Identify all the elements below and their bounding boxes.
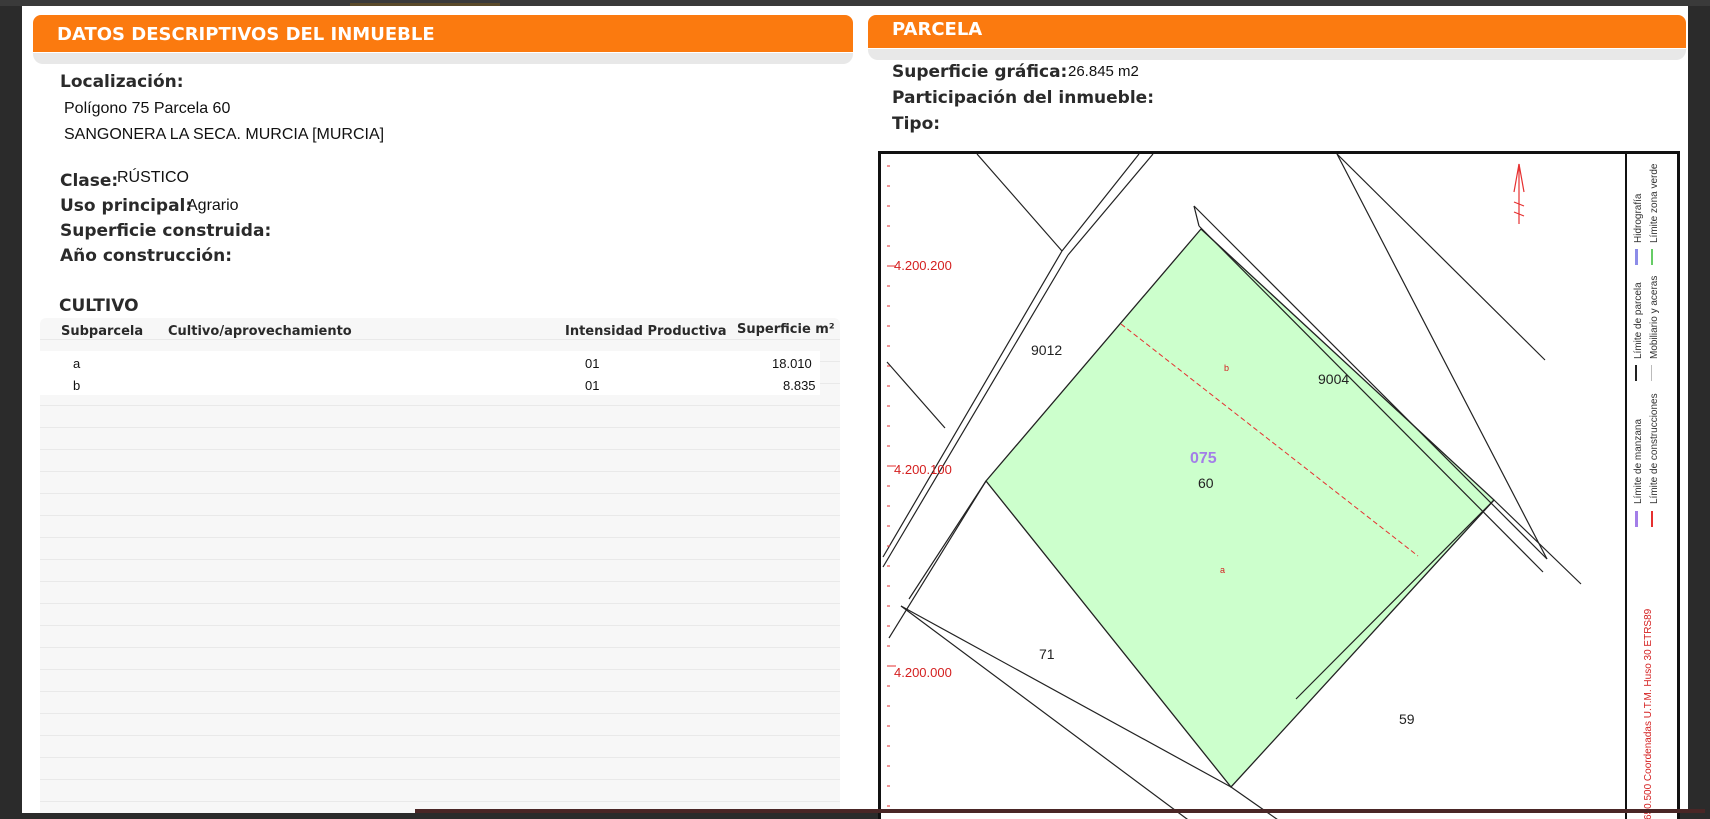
superficie-construida-label: Superficie construida:	[60, 221, 272, 241]
cell-subparcela: b	[73, 378, 81, 393]
ano-construccion-label: Año construcción:	[60, 246, 233, 266]
legend-zona-verde: Límite zona verde	[1649, 163, 1660, 243]
clase-value: RÚSTICO	[117, 169, 189, 186]
localizacion-line1: Polígono 75 Parcela 60	[64, 100, 231, 117]
uso-label: Uso principal:	[60, 196, 193, 216]
col-header-superficie: Superficie m²	[737, 322, 835, 337]
coord-label: 4.200.200	[894, 258, 952, 273]
legend-hidrografia: Hidrografía	[1633, 193, 1644, 243]
subparcela-a-label: a	[1220, 565, 1225, 575]
parcel-map: 4.200.200 4.200.100 4.200.000 075 60 b a…	[878, 151, 1680, 819]
cell-intensidad: 01	[585, 378, 600, 393]
legend-manzana: Límite de manzana	[1633, 419, 1644, 504]
cell-superficie: 18.010	[772, 356, 812, 371]
poligono-label: 075	[1190, 450, 1217, 467]
viewer-bottom-edge	[415, 809, 1705, 813]
legend-swatch-zona-verde	[1651, 249, 1653, 265]
document-page: DATOS DESCRIPTIVOS DEL INMUEBLE Localiza…	[22, 6, 1688, 819]
legend-swatch-construcciones	[1651, 511, 1653, 527]
coord-label: 4.200.000	[894, 665, 952, 680]
legend-coord-note: 650.500 Coordenadas U.T.M. Huso 30 ETRS8…	[1643, 608, 1654, 819]
coord-label: 4.200.100	[894, 462, 952, 477]
legend-separator	[1625, 154, 1627, 819]
table-row	[40, 373, 820, 395]
legend-swatch-parcela	[1635, 365, 1637, 381]
superficie-grafica-value: 26.845 m2	[1068, 63, 1139, 80]
uso-value: Agrario	[187, 197, 239, 214]
superficie-grafica-label: Superficie gráfica:	[892, 62, 1068, 82]
datos-header: DATOS DESCRIPTIVOS DEL INMUEBLE	[33, 15, 853, 53]
neighbor-label: 9012	[1031, 342, 1062, 358]
col-header-subparcela: Subparcela	[61, 324, 144, 339]
table-row	[40, 351, 820, 373]
cell-intensidad: 01	[585, 356, 600, 371]
col-header-intensidad: Intensidad Productiva	[565, 324, 727, 339]
legend-parcela: Límite de parcela	[1633, 282, 1644, 359]
legend-mobiliario: Mobiliario y aceras	[1649, 276, 1660, 359]
neighbor-label: 9004	[1318, 371, 1349, 387]
north-arrow-icon	[1513, 163, 1525, 224]
col-header-cultivo: Cultivo/aprovechamiento	[168, 324, 352, 339]
subparcela-b-label: b	[1224, 363, 1229, 373]
parcela-number-label: 60	[1198, 475, 1214, 491]
legend-construcciones: Límite de construcciones	[1649, 393, 1660, 504]
map-drawing: 4.200.200 4.200.100 4.200.000 075 60 b a…	[882, 154, 1660, 819]
participacion-label: Participación del inmueble:	[892, 88, 1155, 108]
neighbor-label: 59	[1399, 711, 1415, 727]
clase-label: Clase:	[60, 171, 119, 191]
neighbor-label: 71	[1039, 646, 1055, 662]
localizacion-line2: SANGONERA LA SECA. MURCIA [MURCIA]	[64, 126, 385, 143]
cell-superficie: 8.835	[783, 378, 816, 393]
legend-swatch-hidrografia	[1635, 249, 1638, 265]
legend-swatch-mobiliario	[1651, 365, 1652, 381]
localizacion-label: Localización:	[60, 72, 184, 92]
parcela-header: PARCELA	[868, 15, 1686, 49]
cell-subparcela: a	[73, 356, 81, 371]
legend-swatch-manzana	[1635, 511, 1638, 527]
cultivo-title: CULTIVO	[59, 296, 139, 316]
tipo-label: Tipo:	[892, 114, 941, 134]
parcel-polygon	[985, 228, 1495, 788]
